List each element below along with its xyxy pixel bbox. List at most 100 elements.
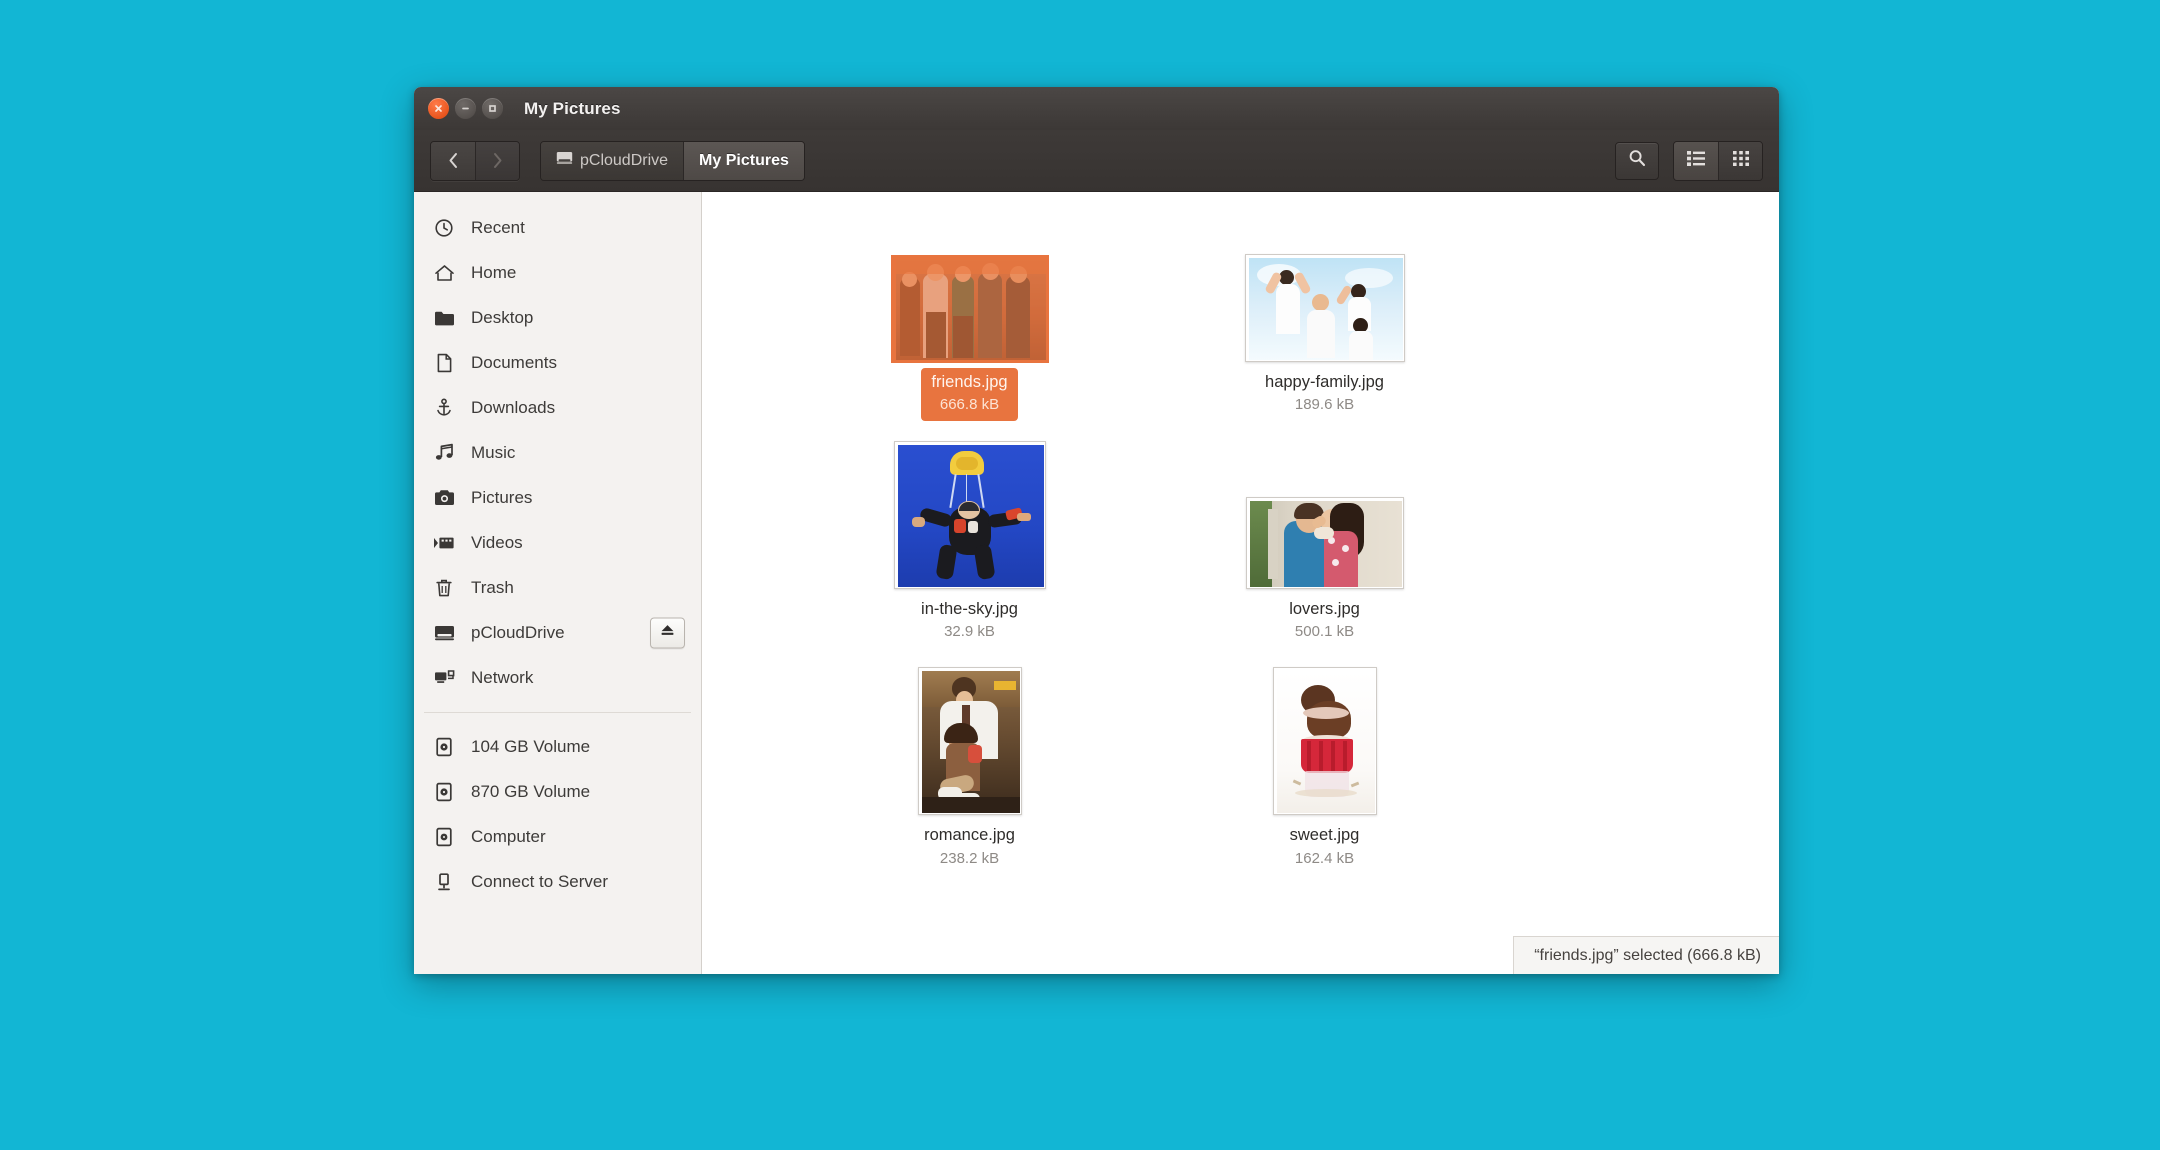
maximize-icon[interactable]: [482, 98, 503, 119]
file-size: 32.9 kB: [944, 623, 995, 641]
network-icon: [433, 667, 455, 689]
sidebar-item-label: Pictures: [471, 487, 533, 507]
thumbnail-image: [895, 260, 1046, 360]
thumbnail-image: [1248, 258, 1403, 360]
music-note-icon: [433, 442, 455, 464]
sidebar-item-label: Network: [471, 667, 534, 687]
sidebar-item-label: 870 GB Volume: [471, 781, 591, 801]
trash-icon: [433, 577, 455, 599]
sidebar-item-trash[interactable]: Trash: [414, 565, 701, 610]
server-icon: [433, 871, 455, 893]
eject-icon: [659, 623, 676, 643]
thumbnail-wrap: [891, 212, 1048, 362]
sidebar-item-label: Downloads: [471, 397, 556, 417]
toolbar: pCloudDrive My Pictures: [414, 130, 1779, 192]
sidebar-divider: [424, 712, 691, 713]
breadcrumb: pCloudDrive My Pictures: [540, 140, 805, 181]
file-label: sweet.jpg 162.4 kB: [1280, 821, 1370, 874]
sidebar-item-label: Desktop: [471, 307, 534, 327]
folder-icon: [433, 307, 455, 329]
sidebar: Recent Home Desktop Documents Downloads …: [414, 192, 702, 974]
drive-icon: [433, 622, 455, 644]
sidebar-item-pictures[interactable]: Pictures: [414, 475, 701, 520]
file-name: friends.jpg: [931, 373, 1008, 391]
file-label: happy-family.jpg 189.6 kB: [1255, 368, 1394, 421]
thumbnail-image: [1249, 500, 1402, 587]
download-icon: [433, 397, 455, 419]
sidebar-item-desktop[interactable]: Desktop: [414, 295, 701, 340]
eject-button[interactable]: [650, 617, 685, 648]
file-item-lovers[interactable]: lovers.jpg 500.1 kB: [1220, 431, 1430, 658]
file-name: lovers.jpg: [1289, 599, 1360, 618]
document-icon: [433, 352, 455, 374]
window-title: My Pictures: [524, 98, 621, 118]
sidebar-item-connect-to-server[interactable]: Connect to Server: [414, 859, 701, 904]
file-item-sweet[interactable]: sweet.jpg 162.4 kB: [1220, 657, 1430, 884]
sidebar-item-label: Trash: [471, 577, 514, 597]
file-item-friends[interactable]: friends.jpg 666.8 kB: [865, 204, 1075, 431]
sidebar-item-network[interactable]: Network: [414, 655, 701, 700]
sidebar-item-home[interactable]: Home: [414, 250, 701, 295]
forward-button[interactable]: [475, 141, 519, 180]
camera-icon: [433, 487, 455, 509]
back-button[interactable]: [431, 141, 475, 180]
sidebar-item-label: Recent: [471, 217, 525, 237]
grid-view-button[interactable]: [1718, 141, 1762, 180]
sidebar-item-label: Videos: [471, 532, 523, 552]
sidebar-item-computer[interactable]: Computer: [414, 814, 701, 859]
sidebar-item-label: 104 GB Volume: [471, 736, 591, 756]
file-item-happy-family[interactable]: happy-family.jpg 189.6 kB: [1220, 204, 1430, 431]
breadcrumb-label: pCloudDrive: [580, 151, 669, 169]
sidebar-item-documents[interactable]: Documents: [414, 340, 701, 385]
file-size: 238.2 kB: [939, 849, 1000, 867]
file-item-romance[interactable]: romance.jpg 238.2 kB: [865, 657, 1075, 884]
file-name: romance.jpg: [924, 826, 1015, 845]
file-name: sweet.jpg: [1289, 826, 1360, 845]
status-text: “friends.jpg” selected (666.8 kB): [1534, 946, 1761, 964]
volume-icon: [433, 781, 455, 803]
file-label: in-the-sky.jpg 32.9 kB: [911, 595, 1028, 648]
sidebar-item-870-gb-volume[interactable]: 870 GB Volume: [414, 769, 701, 814]
thumbnail-wrap: [893, 439, 1046, 589]
thumbnail-wrap: [1245, 439, 1404, 589]
home-icon: [433, 262, 455, 284]
status-bar: “friends.jpg” selected (666.8 kB): [1513, 936, 1779, 974]
titlebar[interactable]: My Pictures: [414, 87, 1779, 130]
close-icon[interactable]: [428, 98, 449, 119]
file-thumbnail: [893, 440, 1046, 589]
list-view-button[interactable]: [1674, 141, 1718, 180]
grid-view-icon: [1732, 150, 1750, 172]
thumbnail-wrap: [1272, 665, 1377, 816]
file-label: lovers.jpg 500.1 kB: [1279, 595, 1370, 648]
sidebar-item-videos[interactable]: Videos: [414, 520, 701, 565]
window-controls: [428, 98, 503, 119]
file-thumbnail: [1272, 667, 1377, 816]
file-list-area[interactable]: friends.jpg 666.8 kB happy-family.jpg 18…: [702, 192, 1779, 974]
file-item-in-the-sky[interactable]: in-the-sky.jpg 32.9 kB: [865, 431, 1075, 658]
minimize-icon[interactable]: [455, 98, 476, 119]
file-size: 162.4 kB: [1294, 849, 1355, 867]
sidebar-item-recent[interactable]: Recent: [414, 205, 701, 250]
file-label: romance.jpg 238.2 kB: [914, 821, 1025, 874]
view-mode-group: [1673, 140, 1763, 181]
search-icon: [1627, 148, 1647, 173]
clock-icon: [433, 217, 455, 239]
file-name: happy-family.jpg: [1265, 373, 1384, 391]
search-button[interactable]: [1615, 141, 1659, 180]
thumbnail-image: [921, 671, 1020, 814]
sidebar-item-label: Documents: [471, 352, 557, 372]
sidebar-item-104-gb-volume[interactable]: 104 GB Volume: [414, 724, 701, 769]
breadcrumb-item-pclouddrive[interactable]: pCloudDrive: [541, 141, 684, 180]
file-thumbnail: [1245, 496, 1404, 589]
file-thumbnail: [891, 256, 1048, 362]
file-size: 189.6 kB: [1294, 396, 1355, 414]
file-size: 500.1 kB: [1294, 623, 1355, 641]
sidebar-item-music[interactable]: Music: [414, 430, 701, 475]
sidebar-item-downloads[interactable]: Downloads: [414, 385, 701, 430]
breadcrumb-label: My Pictures: [699, 151, 789, 169]
sidebar-item-label: Computer: [471, 826, 546, 846]
breadcrumb-item-my-pictures[interactable]: My Pictures: [683, 141, 804, 180]
sidebar-item-pclouddrive[interactable]: pCloudDrive: [414, 610, 701, 655]
list-view-icon: [1686, 150, 1706, 172]
thumbnail-image: [1276, 671, 1375, 814]
